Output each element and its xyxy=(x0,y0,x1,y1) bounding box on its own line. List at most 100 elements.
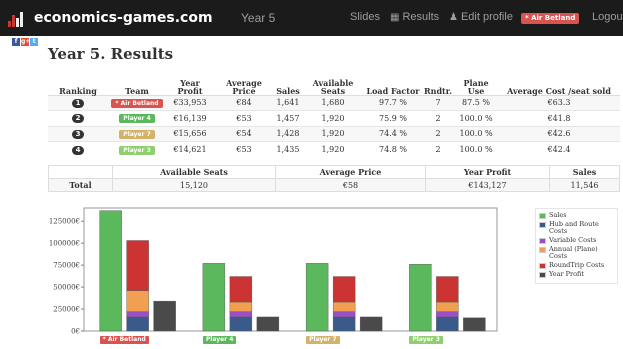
cell-seats: 1,920 xyxy=(302,141,364,157)
cell-cost: €42.6 xyxy=(498,125,620,142)
cell-team: * Air Betland xyxy=(108,94,166,111)
cell-cost: €63.3 xyxy=(498,94,620,111)
col-ranking: Ranking xyxy=(48,74,108,96)
x-axis-category-label: Player 3 xyxy=(409,336,443,344)
cell-sales: 1,457 xyxy=(274,110,302,126)
nav-slides-link[interactable]: Slides xyxy=(350,11,380,23)
cell-price: €84 xyxy=(214,94,274,111)
y-tick-label: 50000€ xyxy=(53,284,80,292)
legend-item: RoundTrip Costs xyxy=(539,262,614,269)
legend-label: Year Profit xyxy=(549,270,584,278)
googleplus-share-icon[interactable]: g+ xyxy=(21,38,30,46)
col-available-seats: Available Seats xyxy=(302,74,364,96)
bar-annual-plane-costs xyxy=(229,301,253,312)
cell-rndtr: 2 xyxy=(422,125,455,142)
totals-year-profit: €143,127 xyxy=(425,178,550,192)
totals-header-row: Available Seats Average Price Year Profi… xyxy=(48,165,620,179)
legend-swatch xyxy=(539,262,546,269)
cell-load: 75.9 % xyxy=(364,110,422,126)
brand[interactable]: economics-games.com xyxy=(8,6,213,30)
nav-results-link[interactable]: ▦ Results xyxy=(390,11,439,23)
cell-seats: 1,920 xyxy=(302,110,364,126)
cell-plane-use: 87.5 % xyxy=(454,94,499,111)
col-roundtrips: Rndtr. xyxy=(422,74,455,96)
x-axis-category-label: * Air Betland xyxy=(99,336,149,344)
cell-rank: 4 xyxy=(48,141,108,157)
col-year-profit: Year Profit xyxy=(166,74,214,96)
cell-rndtr: 2 xyxy=(422,141,455,157)
y-tick-label: 75000€ xyxy=(53,262,80,270)
bar-hub-and-route-costs xyxy=(229,316,253,332)
col-average-cost: Average Cost /seat sold xyxy=(498,74,620,96)
legend-swatch xyxy=(539,271,546,278)
legend-item: Year Profit xyxy=(539,271,614,278)
cell-load: 74.4 % xyxy=(364,125,422,142)
totals-label: Total xyxy=(48,178,113,192)
y-tick-label: 25000€ xyxy=(53,306,80,314)
totals-col-available-seats: Available Seats xyxy=(112,165,276,179)
cell-plane-use: 100.0 % xyxy=(454,141,499,157)
totals-average-price: €58 xyxy=(275,178,426,192)
cell-sales: 1,428 xyxy=(274,125,302,142)
user-team-badge[interactable]: * Air Betland xyxy=(521,13,580,24)
col-sales: Sales xyxy=(274,74,302,96)
bar-sales xyxy=(409,264,432,332)
totals-col-blank xyxy=(48,165,113,179)
cell-profit: €33,953 xyxy=(166,94,214,111)
logo-icon xyxy=(8,9,28,27)
legend-item: Hub and Route Costs xyxy=(539,221,614,235)
bar-year-profit xyxy=(359,316,383,332)
results-bar-chart: 0€ 25000€ 50000€ 75000€ 100000€ 125000€ xyxy=(49,207,498,336)
nav-edit-profile-link[interactable]: ♟ Edit profile xyxy=(449,11,513,23)
facebook-share-icon[interactable]: f xyxy=(12,38,20,46)
legend-swatch xyxy=(539,237,546,244)
legend-label: RoundTrip Costs xyxy=(549,261,605,269)
rank-badge: 4 xyxy=(72,145,84,155)
table-row: 3 Player 7 €15,656 €54 1,428 1,920 74.4 % 2 100.… xyxy=(48,125,620,142)
nav-logout-link[interactable]: Logout xyxy=(592,11,623,23)
cell-rndtr: 7 xyxy=(422,94,455,111)
bar-roundtrip-costs xyxy=(126,240,149,291)
bar-annual-plane-costs xyxy=(332,301,356,312)
bar-hub-and-route-costs xyxy=(126,316,149,332)
table-row: 1 * Air Betland €33,953 €84 1,641 1,680 97.7 %… xyxy=(48,94,620,111)
y-tick-label: 0€ xyxy=(71,328,80,336)
x-axis-category-label: Player 4 xyxy=(202,336,237,344)
bar-sales xyxy=(99,210,122,332)
team-badge: Player 3 xyxy=(119,145,155,155)
bar-hub-and-route-costs xyxy=(332,316,356,332)
cell-plane-use: 100.0 % xyxy=(454,110,499,126)
chart-icon: ▦ xyxy=(390,12,400,23)
col-load-factor: Load Factor xyxy=(364,74,422,96)
team-badge: * Air Betland xyxy=(111,98,163,108)
bar-variable-costs xyxy=(436,311,459,318)
twitter-share-icon[interactable]: t xyxy=(30,38,38,46)
legend-item: Variable Costs xyxy=(539,237,614,244)
legend-label: Variable Costs xyxy=(549,236,597,244)
legend-label: Annual (Plane) Costs xyxy=(549,245,598,260)
bar-annual-plane-costs xyxy=(436,301,459,312)
cell-rank: 2 xyxy=(48,110,108,126)
col-team: Team xyxy=(108,74,166,96)
nav-results-label: Results xyxy=(402,11,440,23)
cell-rank: 3 xyxy=(48,125,108,142)
social-share-buttons: f g+ t xyxy=(12,38,38,46)
rank-badge: 1 xyxy=(72,98,84,108)
results-header-row: Ranking Team Year Profit Average Price S… xyxy=(48,74,620,96)
legend-label: Sales xyxy=(549,211,567,219)
cell-seats: 1,920 xyxy=(302,125,364,142)
table-row: 4 Player 3 €14,621 €53 1,435 1,920 74.8 % 2 100.… xyxy=(48,141,620,157)
bar-sales xyxy=(202,263,226,332)
bar-variable-costs xyxy=(332,311,356,318)
cell-load: 97.7 % xyxy=(364,94,422,111)
cell-rank: 1 xyxy=(48,94,108,111)
cell-sales: 1,641 xyxy=(274,94,302,111)
totals-col-sales: Sales xyxy=(549,165,620,179)
y-tick-label: 125000€ xyxy=(49,218,80,226)
bar-variable-costs xyxy=(229,311,253,318)
legend-label: Hub and Route Costs xyxy=(549,220,599,235)
cell-team: Player 4 xyxy=(108,110,166,126)
user-icon: ♟ xyxy=(449,12,458,23)
table-row: 2 Player 4 €16,139 €53 1,457 1,920 75.9 % 2 100.… xyxy=(48,110,620,126)
bar-variable-costs xyxy=(126,311,149,318)
